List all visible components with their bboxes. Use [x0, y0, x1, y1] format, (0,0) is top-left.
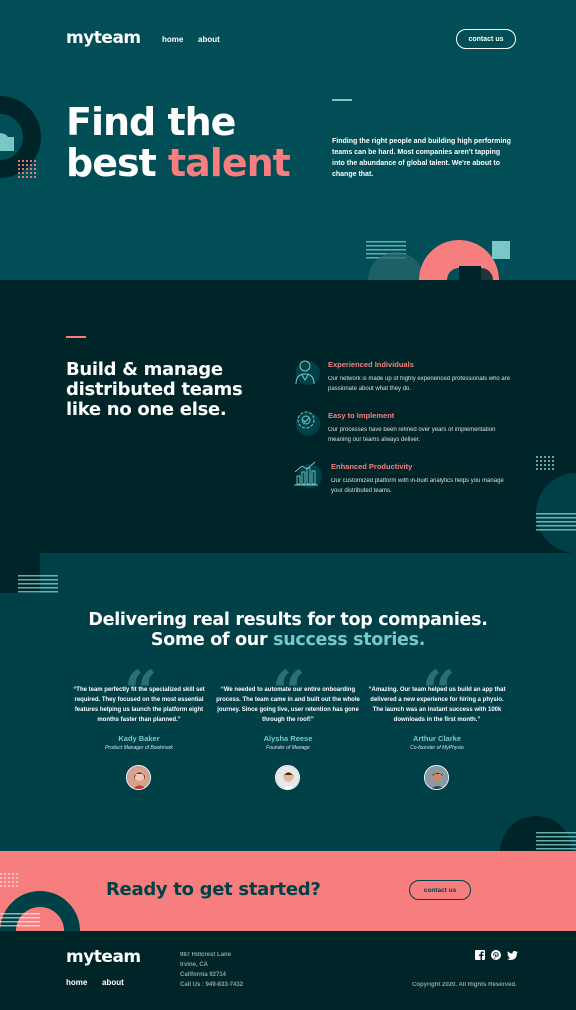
testimonial-card: “ “The team perfectly fit the specialize… — [68, 663, 210, 798]
address-line: Irvine, CA — [180, 962, 209, 968]
hero-title-accent: talent — [168, 141, 291, 185]
nav-about-link[interactable]: about — [198, 35, 220, 44]
facebook-icon[interactable] — [475, 950, 485, 960]
hero-title: Find the best talent — [66, 102, 326, 184]
nav-home-link[interactable]: home — [162, 35, 183, 44]
footer-about-link[interactable]: about — [102, 978, 124, 987]
cta-title: Ready to get started? — [106, 879, 321, 900]
chart-icon — [294, 461, 322, 488]
features-accent-line — [66, 336, 86, 338]
cog-icon — [296, 411, 320, 436]
feature-text: Our network is made up of highly experie… — [328, 376, 511, 392]
testimonials-circle-decoration — [500, 816, 576, 851]
testimonial-card: “ “We needed to automate our entire onbo… — [214, 663, 362, 798]
hero-title-plain: best — [66, 141, 157, 185]
cta-decoration — [0, 873, 80, 931]
twitter-icon[interactable] — [507, 951, 518, 960]
testimonial-card: “ “Amazing. Our team helped us build an … — [366, 663, 508, 798]
feature-title: Easy to Implement — [328, 411, 395, 420]
testimonials-title: Delivering real results for top companie… — [88, 610, 488, 650]
hero-accent-line — [332, 99, 352, 101]
testimonials-section: Delivering real results for top companie… — [0, 553, 576, 851]
header-contact-button[interactable]: contact us — [456, 29, 516, 49]
testimonial-name: Alysha Reese — [263, 734, 313, 743]
footer-copyright: Copyright 2020. All Rights Reserved. — [412, 982, 517, 988]
feature-item: Enhanced Productivity Our customized pla… — [292, 458, 512, 502]
pinterest-icon[interactable] — [491, 950, 501, 960]
hero-description: Finding the right people and building hi… — [332, 138, 511, 178]
footer: myteam home about 987 Hillcrest Lane Irv… — [0, 931, 576, 1010]
footer-logo[interactable]: myteam — [66, 947, 141, 967]
testimonial-quote: “The team perfectly fit the specialized … — [73, 687, 205, 723]
testimonial-name: Kady Baker — [118, 734, 160, 743]
cta-contact-button[interactable]: contact us — [409, 880, 471, 900]
testimonial-quote: “We needed to automate our entire onboar… — [216, 687, 360, 723]
testimonial-role: Co-founder of MyPhysio — [410, 745, 464, 751]
testimonials-lines-decoration — [0, 553, 58, 593]
hero-title-line1: Find the — [66, 100, 236, 144]
features-title: Build & manage distributed teams like no… — [66, 359, 243, 420]
feature-item: Experienced Individuals Our network is m… — [292, 356, 512, 400]
header-logo[interactable]: myteam — [66, 28, 141, 48]
features-section: Build & manage distributed teams like no… — [0, 280, 576, 553]
person-icon — [295, 360, 320, 385]
avatar — [275, 765, 300, 790]
testimonials-title-accent: success stories. — [273, 630, 426, 650]
cta-section: Ready to get started? contact us — [0, 851, 576, 931]
feature-title: Enhanced Productivity — [331, 462, 413, 471]
testimonial-name: Arthur Clarke — [413, 734, 461, 743]
footer-home-link[interactable]: home — [66, 978, 87, 987]
hero-dot-grid-decoration — [18, 160, 36, 178]
address-line: 987 Hillcrest Lane — [180, 952, 232, 958]
avatar — [424, 765, 449, 790]
feature-item: Easy to Implement Our processes have bee… — [292, 407, 512, 451]
address-line: California 92714 — [180, 972, 227, 978]
hero-shapes-decoration — [366, 240, 510, 280]
hero-section: myteam home about contact us Find the be… — [0, 0, 576, 280]
avatar — [126, 765, 151, 790]
address-phone: Call Us : 949-833-7432 — [180, 982, 244, 988]
feature-title: Experienced Individuals — [328, 360, 414, 369]
testimonial-quote: “Amazing. Our team helped us build an ap… — [368, 687, 506, 723]
features-circle-decoration — [536, 473, 576, 553]
testimonial-role: Product Manager of Bookmark — [105, 745, 173, 751]
feature-text: Our customized platform with in-built an… — [331, 478, 504, 494]
feature-text: Our processes have been refined over yea… — [328, 427, 496, 443]
footer-address: 987 Hillcrest Lane Irvine, CA California… — [180, 950, 300, 990]
testimonial-role: Founder of Manage — [266, 745, 310, 751]
